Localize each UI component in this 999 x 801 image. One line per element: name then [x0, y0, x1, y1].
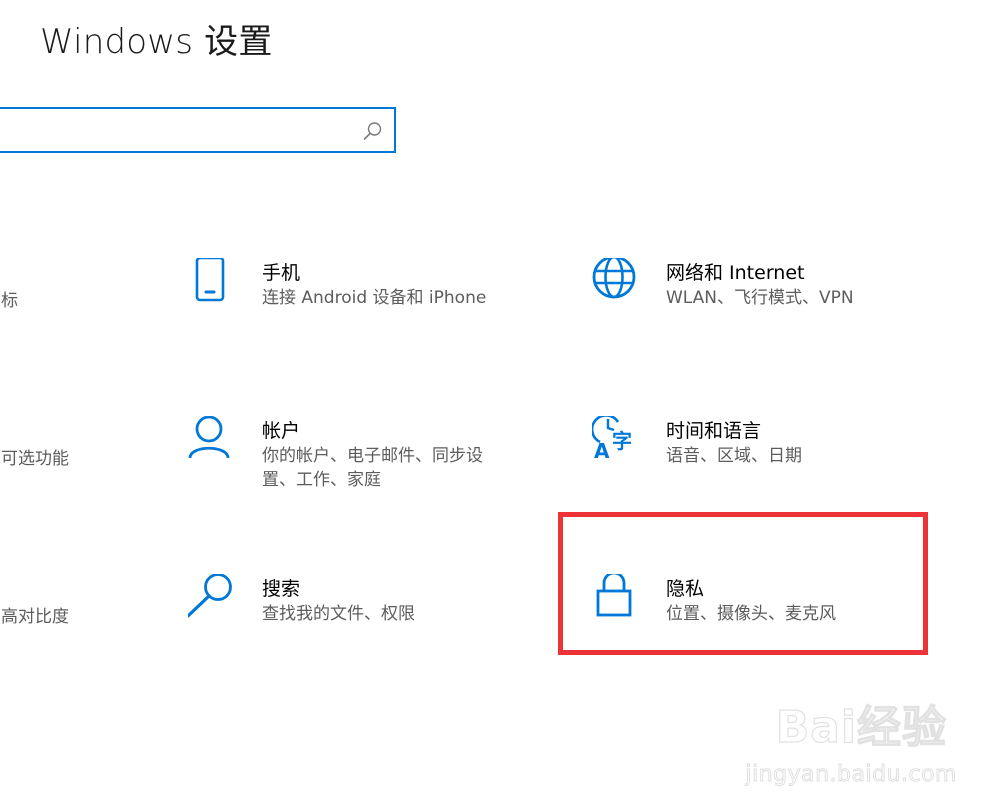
page-title: Windows 设置 [40, 22, 273, 62]
tile-description: 你的帐户、电子邮件、同步设置、工作、家庭 [262, 446, 483, 490]
tile-time-language[interactable]: A 字 时间和语言 语音、区域、日期 [592, 416, 952, 516]
partial-tile-desc[interactable]: 高对比度 [1, 602, 69, 627]
tile-description: WLAN、飞行模式、VPN [666, 288, 854, 308]
tile-phone[interactable]: 手机 连接 Android 设备和 iPhone [188, 258, 548, 358]
search-icon [188, 574, 244, 630]
tile-title: 手机 [262, 262, 301, 284]
watermark-brand: Bai经验 [775, 701, 947, 753]
baidu-watermark: Bai经验 [775, 691, 947, 755]
tile-description: 查找我的文件、权限 [262, 604, 415, 624]
svg-text:字: 字 [612, 429, 632, 453]
search-box[interactable] [0, 107, 396, 153]
tile-network[interactable]: 网络和 Internet WLAN、飞行模式、VPN [592, 258, 952, 358]
time-language-icon: A 字 [592, 416, 648, 472]
tile-title: 搜索 [262, 578, 301, 600]
tile-title: 时间和语言 [666, 420, 762, 442]
watermark-url: jingyan.baidu.com [745, 762, 957, 788]
person-icon [188, 416, 244, 472]
phone-icon [188, 258, 244, 314]
partial-tile-desc[interactable]: 标 [1, 286, 18, 311]
tile-privacy[interactable]: 隐私 位置、摄像头、麦克风 [592, 574, 952, 674]
tile-title: 网络和 Internet [666, 262, 805, 284]
search-icon[interactable] [362, 120, 384, 142]
lock-icon [592, 574, 648, 630]
search-input[interactable] [8, 115, 348, 145]
svg-text:A: A [594, 439, 610, 463]
partial-tile-desc[interactable]: 可选功能 [1, 444, 69, 469]
tile-description: 位置、摄像头、麦克风 [666, 604, 836, 624]
tile-description: 语音、区域、日期 [666, 446, 802, 466]
tile-accounts[interactable]: 帐户 你的帐户、电子邮件、同步设置、工作、家庭 [188, 416, 548, 516]
globe-icon [592, 258, 648, 314]
tile-title: 帐户 [262, 420, 301, 442]
tile-description: 连接 Android 设备和 iPhone [262, 288, 487, 308]
tile-title: 隐私 [666, 578, 705, 600]
tile-search[interactable]: 搜索 查找我的文件、权限 [188, 574, 548, 674]
